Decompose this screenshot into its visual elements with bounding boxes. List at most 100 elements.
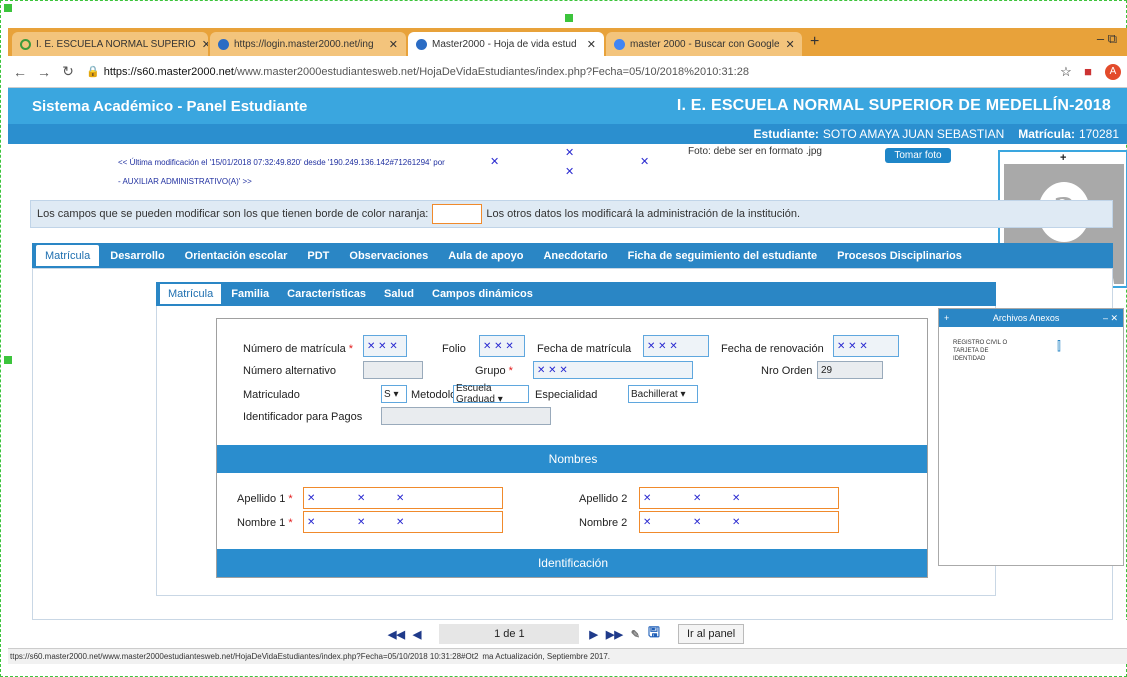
tab-pdt[interactable]: PDT <box>298 245 338 266</box>
broken-image-icon: ✕ <box>640 156 650 168</box>
annex-panel-title: Archivos Anexos <box>992 313 1060 323</box>
next-page-button[interactable]: ▶ <box>589 628 597 641</box>
fecha-matricula-field[interactable]: ✕ ✕ ✕ <box>643 335 709 357</box>
subtab-matricula[interactable]: Matrícula <box>160 284 222 304</box>
profile-avatar-icon[interactable]: A <box>1105 63 1121 80</box>
matriculado-select[interactable]: S ▾ <box>381 385 407 403</box>
identificacion-section-header: Identificación <box>217 549 927 577</box>
nro-orden-label: Nro Orden <box>761 365 813 377</box>
frame-handle <box>4 4 12 12</box>
modified-role-text: - AUXILIAR ADMINISTRATIVO(A)' >> <box>118 177 252 186</box>
tab-matricula[interactable]: Matrícula <box>36 245 100 266</box>
annex-panel-controls[interactable]: – ✕ <box>1103 313 1118 324</box>
tab-ficha-seguimiento[interactable]: Ficha de seguimiento del estudiante <box>619 245 826 266</box>
nro-orden-field[interactable]: 29 <box>817 361 883 379</box>
tab-aula-de-apoyo[interactable]: Aula de apoyo <box>439 245 532 266</box>
go-to-panel-button[interactable]: Ir al panel <box>677 624 745 644</box>
student-name: SOTO AMAYA JUAN SEBASTIAN <box>822 127 1005 141</box>
annex-panel-header: + Archivos Anexos – ✕ <box>939 309 1123 327</box>
especialidad-label: Especialidad <box>535 389 598 401</box>
page-indicator: 1 de 1 <box>439 624 580 644</box>
tab-anecdotario[interactable]: Anecdotario <box>534 245 616 266</box>
add-photo-icon[interactable]: + <box>1060 152 1066 164</box>
nombre1-field[interactable]: ✕ ✕ ✕ <box>303 511 503 533</box>
address-bar: ← → ↻ 🔒 https://s60.master2000.net/www.m… <box>8 56 1127 88</box>
metodologia-select[interactable]: Escuela Graduad ▾ <box>453 383 529 405</box>
back-arrow-icon[interactable]: ← <box>8 64 32 80</box>
bookmark-star-icon[interactable]: ☆ <box>1055 64 1077 80</box>
browser-tab-strip: I. E. ESCUELA NORMAL SUPERIO ✕ https://lo… <box>8 28 1127 56</box>
numero-matricula-field[interactable]: ✕ ✕ ✕ <box>363 335 407 357</box>
nombre2-field[interactable]: ✕ ✕ ✕ <box>639 511 839 533</box>
tab-desarrollo[interactable]: Desarrollo <box>101 245 173 266</box>
save-icon[interactable]: 🖫 <box>648 622 660 646</box>
tab-orientacion-escolar[interactable]: Orientación escolar <box>176 245 297 266</box>
grupo-field[interactable]: ✕ ✕ ✕ <box>533 361 693 379</box>
close-tab-icon[interactable]: ✕ <box>581 38 596 51</box>
apellido2-label: Apellido 2 <box>579 493 628 505</box>
google-icon <box>614 38 625 50</box>
extension-icon[interactable]: ■ <box>1077 64 1099 79</box>
window-controls[interactable]: – ⧉ <box>1097 31 1117 47</box>
folio-field[interactable]: ✕ ✕ ✕ <box>479 335 525 357</box>
first-page-button[interactable]: ◀◀ <box>388 628 405 641</box>
subtab-caracteristicas[interactable]: Características <box>279 284 374 304</box>
sub-tabs: Matrícula Familia Características Salud … <box>156 282 996 306</box>
tab-procesos-disciplinarios[interactable]: Procesos Disciplinarios <box>828 245 971 266</box>
institution-name: I. E. ESCUELA NORMAL SUPERIOR DE MEDELLÍ… <box>676 97 1111 114</box>
browser-tab-active[interactable]: Master2000 - Hoja de vida estud ✕ <box>408 32 604 56</box>
apellido1-field[interactable]: ✕ ✕ ✕ <box>303 487 503 509</box>
tab-observaciones[interactable]: Observaciones <box>340 245 437 266</box>
add-annex-icon[interactable]: + <box>944 313 949 323</box>
list-item[interactable]: TARJETA DE <box>953 347 1007 355</box>
last-page-button[interactable]: ▶▶ <box>606 628 623 641</box>
nombre1-label: Nombre 1 * <box>237 517 293 529</box>
green-circle-icon <box>20 38 31 50</box>
especialidad-select[interactable]: Bachillerat ▾ <box>628 385 698 403</box>
broken-image-icon: ✕ <box>565 166 575 178</box>
master2000-icon <box>218 38 229 50</box>
take-photo-button[interactable]: Tomar foto <box>885 148 951 163</box>
matriculado-label: Matriculado <box>243 389 300 401</box>
browser-tab[interactable]: https://login.master2000.net/ing ✕ <box>210 32 406 56</box>
lock-icon: 🔒 <box>86 66 100 78</box>
photo-format-note: Foto: debe ser en formato .jpg <box>688 146 822 157</box>
nombres-section-header: Nombres <box>217 445 927 473</box>
identificador-pagos-field[interactable] <box>381 407 551 425</box>
close-tab-icon[interactable]: ✕ <box>780 38 795 51</box>
list-item[interactable]: REGISTRO CIVIL O <box>953 339 1007 347</box>
annex-files-panel: + Archivos Anexos – ✕ REGISTRO CIVIL O T… <box>938 308 1124 566</box>
broken-image-icon: ✕ <box>490 156 500 168</box>
url-field[interactable]: 🔒 https://s60.master2000.net/www.master2… <box>86 61 1055 83</box>
subtab-salud[interactable]: Salud <box>376 284 422 304</box>
last-modified-text: << Última modificación el '15/01/2018 07… <box>118 158 445 167</box>
fecha-renovacion-field[interactable]: ✕ ✕ ✕ <box>833 335 899 357</box>
close-tab-icon[interactable]: ✕ <box>383 38 398 51</box>
numero-alternativo-label: Número alternativo <box>243 365 336 377</box>
record-pager: ◀◀ ◀ 1 de 1 ▶ ▶▶ ✎ 🖫 Ir al panel <box>8 620 1127 648</box>
numero-alternativo-field[interactable] <box>363 361 423 379</box>
reload-icon[interactable]: ↻ <box>56 63 80 80</box>
subtab-familia[interactable]: Familia <box>223 284 277 304</box>
identificador-pagos-label: Identificador para Pagos <box>243 411 363 423</box>
new-tab-button[interactable]: + <box>810 33 819 51</box>
folio-label: Folio <box>442 343 466 355</box>
apellido2-field[interactable]: ✕ ✕ ✕ <box>639 487 839 509</box>
prev-page-button[interactable]: ◀ <box>413 628 421 641</box>
list-item[interactable]: IDENTIDAD <box>953 355 1007 363</box>
browser-tab[interactable]: I. E. ESCUELA NORMAL SUPERIO ✕ <box>12 32 208 56</box>
close-tab-icon[interactable]: ✕ <box>196 38 208 51</box>
status-extra: ma Actualización, Septiembre 2017. <box>482 652 611 661</box>
forward-arrow-icon[interactable]: → <box>32 64 56 80</box>
main-tabs: Matrícula Desarrollo Orientación escolar… <box>32 243 1113 268</box>
broken-image-icon: ✕ <box>565 147 575 159</box>
browser-tab[interactable]: master 2000 - Buscar con Google ✕ <box>606 32 802 56</box>
numero-matricula-label: Número de matrícula * <box>243 343 354 355</box>
nombre2-label: Nombre 2 <box>579 517 628 529</box>
status-url: ttps://s60.master2000.net/www.master2000… <box>10 652 479 661</box>
app-title: Sistema Académico - Panel Estudiante <box>32 97 308 115</box>
subtab-campos-dinamicos[interactable]: Campos dinámicos <box>424 284 541 304</box>
matricula-form: Número de matrícula * ✕ ✕ ✕ Folio ✕ ✕ ✕ … <box>216 318 928 578</box>
paperclip-icon[interactable]: ⫿ <box>1057 339 1061 354</box>
edit-icon[interactable]: ✎ <box>631 628 640 641</box>
